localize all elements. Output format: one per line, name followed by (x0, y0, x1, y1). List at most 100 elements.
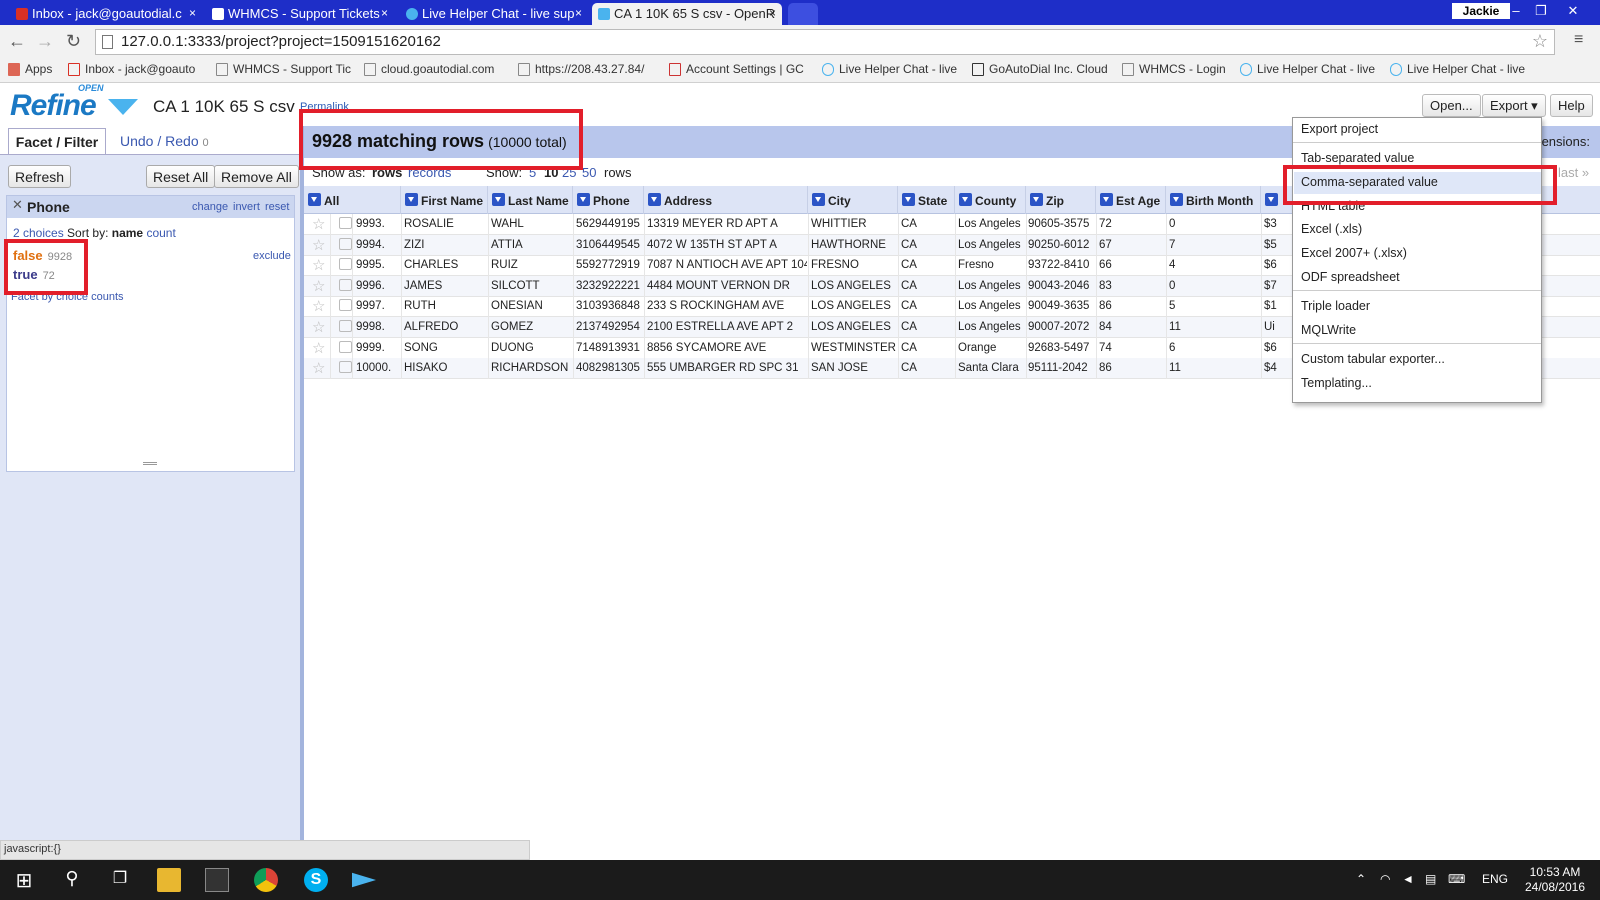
cell-county[interactable]: Fresno (958, 259, 1024, 271)
cell-extra[interactable]: $7 (1264, 280, 1294, 292)
cell-phone[interactable]: 3106449545 (576, 239, 643, 251)
menu-item-mqlwrite[interactable]: MQLWrite (1301, 323, 1356, 337)
cell-phone[interactable]: 5629449195 (576, 218, 643, 230)
column-header-first-name[interactable]: First Name (401, 186, 488, 214)
cell-county[interactable]: Los Angeles (958, 300, 1024, 312)
menu-item-export-project[interactable]: Export project (1301, 122, 1378, 136)
cell-city[interactable]: LOS ANGELES (811, 280, 897, 292)
openrefine-taskbar-icon[interactable] (352, 872, 376, 888)
cell-extra[interactable]: $3 (1264, 218, 1294, 230)
flag-icon[interactable] (339, 361, 352, 374)
cell-extra[interactable]: $6 (1264, 342, 1294, 354)
browser-tab-livehelper[interactable]: Live Helper Chat - live sup × (400, 3, 588, 25)
column-header-county[interactable]: County (955, 186, 1026, 214)
cell-age[interactable]: 67 (1099, 239, 1163, 251)
cell-first[interactable]: ZIZI (404, 239, 488, 251)
bookmark-whmcs-support[interactable]: WHMCS - Support Tic (214, 62, 354, 78)
keyboard-icon[interactable]: ⌨ (1448, 872, 1465, 886)
column-menu-icon[interactable] (648, 193, 661, 206)
cell-month[interactable]: 4 (1169, 259, 1259, 271)
minimize-icon[interactable]: – (1505, 2, 1527, 20)
cell-address[interactable]: 2100 ESTRELLA AVE APT 2 (647, 321, 807, 333)
project-title[interactable]: CA 1 10K 65 S csv (153, 97, 295, 117)
cell-zip[interactable]: 90007-2072 (1028, 321, 1094, 333)
cell-last[interactable]: GOMEZ (491, 321, 571, 333)
cell-state[interactable]: CA (901, 239, 953, 251)
menu-item-xls[interactable]: Excel (.xls) (1301, 222, 1362, 236)
menu-item-custom-tabular[interactable]: Custom tabular exporter... (1301, 352, 1445, 366)
column-menu-icon[interactable] (902, 193, 915, 206)
column-header-state[interactable]: State (898, 186, 955, 214)
facet-change-link[interactable]: change (192, 201, 228, 213)
cell-state[interactable]: CA (901, 259, 953, 271)
cell-phone[interactable]: 4082981305 (576, 362, 643, 374)
bookmark-livehelper-3[interactable]: Live Helper Chat - live (1388, 62, 1528, 78)
windows-start-icon[interactable]: ⊞ (12, 868, 36, 892)
facet-resize-handle[interactable] (143, 462, 157, 465)
help-button[interactable]: Help (1550, 94, 1593, 117)
cell-month[interactable]: 0 (1169, 218, 1259, 230)
cell-state[interactable]: CA (901, 218, 953, 230)
star-icon[interactable]: ☆ (312, 277, 325, 295)
column-header-zip[interactable]: Zip (1026, 186, 1096, 214)
cell-city[interactable]: SAN JOSE (811, 362, 897, 374)
cell-age[interactable]: 72 (1099, 218, 1163, 230)
cell-city[interactable]: FRESNO (811, 259, 897, 271)
cell-address[interactable]: 8856 SYCAMORE AVE (647, 342, 807, 354)
cell-zip[interactable]: 95111-2042 (1028, 362, 1094, 374)
cell-phone[interactable]: 3232922221 (576, 280, 643, 292)
star-icon[interactable]: ☆ (312, 215, 325, 233)
close-icon[interactable]: × (381, 6, 388, 20)
column-header-birth-month[interactable]: Birth Month (1166, 186, 1261, 214)
remove-facet-icon[interactable]: ✕ (12, 197, 23, 213)
flag-icon[interactable] (339, 237, 352, 250)
cell-address[interactable]: 13319 MEYER RD APT A (647, 218, 807, 230)
system-clock[interactable]: 10:53 AM 24/08/2016 (1520, 865, 1590, 895)
browser-tab-whmcs[interactable]: WHMCS - Support Tickets × (206, 3, 394, 25)
cell-county[interactable]: Santa Clara (958, 362, 1024, 374)
tab-facet-filter[interactable]: Facet / Filter (8, 128, 106, 154)
column-header-last-name[interactable]: Last Name (488, 186, 573, 214)
cell-n[interactable]: 9999. (356, 342, 396, 354)
cell-month[interactable]: 7 (1169, 239, 1259, 251)
cell-age[interactable]: 66 (1099, 259, 1163, 271)
cell-address[interactable]: 4072 W 135TH ST APT A (647, 239, 807, 251)
language-indicator[interactable]: ENG (1482, 872, 1508, 886)
cell-age[interactable]: 83 (1099, 280, 1163, 292)
bookmark-goautodial[interactable]: GoAutoDial Inc. Cloud (970, 62, 1112, 78)
cell-last[interactable]: RUIZ (491, 259, 571, 271)
column-menu-icon[interactable] (308, 193, 321, 206)
cell-county[interactable]: Los Angeles (958, 280, 1024, 292)
cell-phone[interactable]: 5592772919 (576, 259, 643, 271)
cell-first[interactable]: JAMES (404, 280, 488, 292)
cell-extra[interactable]: $1 (1264, 300, 1294, 312)
flag-icon[interactable] (339, 299, 352, 312)
choices-count-link[interactable]: 2 choices (13, 226, 64, 240)
cell-state[interactable]: CA (901, 321, 953, 333)
sort-by-count-link[interactable]: count (146, 226, 175, 240)
flag-icon[interactable] (339, 320, 352, 332)
chrome-icon[interactable] (254, 868, 278, 892)
cell-age[interactable]: 84 (1099, 321, 1163, 333)
browser-tab-inbox[interactable]: Inbox - jack@goautodial.c × (10, 3, 202, 25)
cell-extra[interactable]: $6 (1264, 259, 1294, 271)
cell-county[interactable]: Los Angeles (958, 218, 1024, 230)
bookmark-livehelper-1[interactable]: Live Helper Chat - live (820, 62, 962, 78)
cell-zip[interactable]: 92683-5497 (1028, 342, 1094, 354)
flag-icon[interactable] (339, 278, 352, 291)
cell-address[interactable]: 4484 MOUNT VERNON DR (647, 280, 807, 292)
facet-reset-link[interactable]: reset (265, 201, 289, 213)
cell-age[interactable]: 86 (1099, 300, 1163, 312)
menu-item-templating[interactable]: Templating... (1301, 376, 1372, 390)
cell-n[interactable]: 9993. (356, 218, 396, 230)
close-icon[interactable]: × (769, 6, 776, 20)
bookmark-account-settings[interactable]: Account Settings | GC (667, 62, 807, 78)
cell-month[interactable]: 0 (1169, 280, 1259, 292)
sort-by-name[interactable]: name (112, 226, 143, 240)
last-page-link[interactable]: last » (1558, 165, 1589, 180)
cell-extra[interactable]: $5 (1264, 239, 1294, 251)
user-profile-badge[interactable]: Jackie (1452, 3, 1510, 19)
bookmark-apps[interactable]: Apps (6, 62, 62, 78)
cell-county[interactable]: Los Angeles (958, 321, 1024, 333)
column-menu-icon[interactable] (1265, 193, 1278, 206)
